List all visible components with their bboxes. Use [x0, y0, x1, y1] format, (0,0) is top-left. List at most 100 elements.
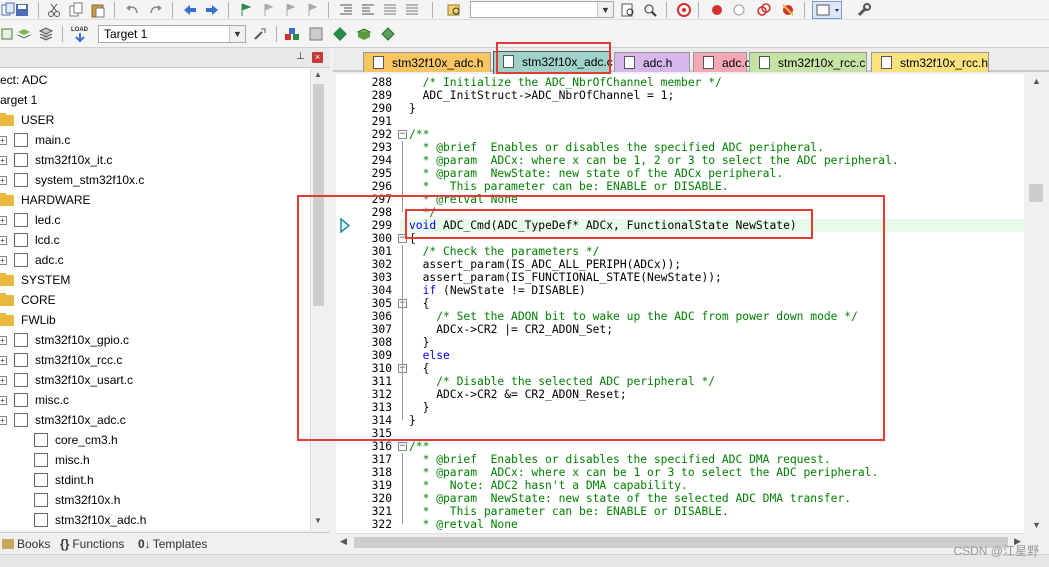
file-tab[interactable]: adc.c — [693, 52, 751, 72]
code-line[interactable]: /* Set the ADON bit to wake up the ADC f… — [409, 310, 858, 323]
tree-file[interactable]: core_cm3.h — [0, 430, 310, 450]
code-line[interactable]: */ — [409, 206, 437, 219]
tree-file[interactable]: + stm32f10x_gpio.c — [0, 330, 310, 350]
breakpoint-kill-all-icon[interactable] — [780, 2, 796, 18]
breakpoint-disable-icon[interactable] — [732, 3, 748, 19]
redo-icon[interactable] — [148, 2, 164, 18]
file-tab[interactable]: stm32f10x_adc.h — [363, 52, 491, 72]
multi-project-icon[interactable] — [308, 26, 324, 42]
tree-file[interactable]: stm32f10x.h — [0, 490, 310, 510]
code-line[interactable]: } — [409, 401, 430, 414]
code-line[interactable]: /* Initialize the ADC_NbrOfChannel membe… — [409, 76, 722, 89]
translate-icon[interactable] — [0, 26, 16, 42]
chevron-down-icon[interactable]: ▼ — [597, 2, 613, 17]
expand-icon[interactable]: + — [0, 236, 7, 245]
save-all-icon[interactable] — [14, 2, 30, 18]
code-line[interactable]: if (NewState != DISABLE) — [409, 284, 586, 297]
code-line[interactable]: /** — [409, 128, 429, 141]
code-line[interactable]: } — [409, 102, 416, 115]
expand-icon[interactable]: + — [0, 216, 7, 225]
code-line[interactable]: * @brief Enables or disables the specifi… — [409, 453, 831, 466]
code-line[interactable]: else — [409, 349, 450, 362]
code-line[interactable]: } — [409, 336, 430, 349]
window-layout-icon[interactable] — [812, 1, 842, 19]
configure-icon[interactable] — [856, 2, 872, 18]
nav-back-icon[interactable] — [182, 2, 198, 18]
code-line[interactable]: * @brief Enables or disables the specifi… — [409, 141, 824, 154]
expand-icon[interactable]: + — [0, 356, 7, 365]
tree-file[interactable]: + stm32f10x_it.c — [0, 150, 310, 170]
tree-node[interactable]: ect: ADC — [0, 70, 310, 90]
debug-icon[interactable] — [676, 2, 692, 18]
tree-file[interactable]: + system_stm32f10x.c — [0, 170, 310, 190]
scroll-down-arrow[interactable]: ▼ — [1032, 520, 1041, 530]
find-combobox[interactable]: ▼ — [470, 1, 614, 18]
fold-toggle-icon[interactable]: − — [398, 130, 407, 139]
tree-file[interactable]: misc.h — [0, 450, 310, 470]
tree-file[interactable]: + stm32f10x_rcc.c — [0, 350, 310, 370]
code-line[interactable]: * @param ADCx: where x can be 1 or 3 to … — [409, 466, 879, 479]
code-line[interactable]: ADCx->CR2 &= CR2_ADON_Reset; — [409, 388, 626, 401]
code-line[interactable]: void ADC_Cmd(ADC_TypeDef* ADCx, Function… — [409, 219, 797, 232]
bookmark-next-icon[interactable] — [282, 2, 298, 18]
unindent-icon[interactable] — [360, 2, 376, 18]
rebuild-icon[interactable] — [38, 26, 54, 42]
tree-file[interactable]: + lcd.c — [0, 230, 310, 250]
code-line[interactable]: { — [409, 297, 430, 310]
scroll-left-arrow[interactable]: ◀ — [340, 536, 347, 547]
file-tab[interactable]: stm32f10x_rcc.c — [749, 52, 867, 72]
code-line[interactable]: * @param NewState: new state of the sele… — [409, 492, 852, 505]
code-line[interactable]: * @param NewState: new state of the ADCx… — [409, 167, 783, 180]
uncomment-icon[interactable] — [404, 2, 420, 18]
pin-icon[interactable]: ⊥ — [296, 51, 306, 63]
file-tab[interactable]: stm32f10x_adc.c — [493, 51, 613, 74]
scroll-thumb[interactable] — [1029, 184, 1043, 202]
bookmark-clear-icon[interactable] — [304, 2, 320, 18]
tree-file[interactable]: + adc.c — [0, 250, 310, 270]
expand-icon[interactable]: + — [0, 376, 7, 385]
select-software-packs-icon[interactable] — [332, 26, 348, 42]
expand-icon[interactable]: + — [0, 336, 7, 345]
tree-file[interactable]: stm32f10x_adc.h — [0, 510, 310, 530]
fold-toggle-icon[interactable]: − — [398, 442, 407, 451]
download-icon[interactable]: LOAD — [70, 24, 90, 44]
tree-file[interactable]: + misc.c — [0, 390, 310, 410]
code-line[interactable]: /* Check the parameters */ — [409, 245, 600, 258]
code-line[interactable]: * This parameter can be: ENABLE or DISAB… — [409, 505, 729, 518]
code-line[interactable]: assert_param(IS_ADC_ALL_PERIPH(ADCx)); — [409, 258, 681, 271]
code-line[interactable]: { — [409, 232, 416, 245]
pack-installer-icon[interactable] — [356, 26, 372, 42]
expand-icon[interactable]: + — [0, 256, 7, 265]
file-tab[interactable]: adc.h — [614, 52, 690, 72]
nav-forward-icon[interactable] — [204, 2, 220, 18]
scroll-down-arrow[interactable]: ▼ — [314, 516, 322, 525]
scroll-thumb[interactable] — [354, 537, 1008, 548]
find-icon[interactable] — [642, 2, 658, 18]
editor-hscrollbar[interactable]: ◀ ▶ — [336, 533, 1026, 550]
undo-icon[interactable] — [124, 2, 140, 18]
code-line[interactable]: * @param ADCx: where x can be 1, 2 or 3 … — [409, 154, 899, 167]
expand-icon[interactable]: + — [0, 396, 7, 405]
expand-icon[interactable]: + — [0, 156, 7, 165]
cut-icon[interactable] — [46, 2, 62, 18]
tree-node[interactable]: arget 1 — [0, 90, 310, 110]
code-line[interactable]: /** — [409, 440, 429, 453]
code-line[interactable]: * @retval None — [409, 518, 518, 531]
code-line[interactable]: ADC_InitStruct->ADC_NbrOfChannel = 1; — [409, 89, 675, 102]
code-line[interactable]: ADCx->CR2 |= CR2_ADON_Set; — [409, 323, 613, 336]
code-line[interactable]: * @retval None — [409, 193, 518, 206]
scroll-up-arrow[interactable]: ▲ — [1032, 76, 1041, 86]
comment-icon[interactable] — [382, 2, 398, 18]
tree-folder[interactable]: USER — [0, 110, 310, 130]
editor-scrollbar[interactable]: ▲ ▼ — [1026, 74, 1049, 533]
tree-file[interactable]: + stm32f10x_adc.c — [0, 410, 310, 430]
tree-file[interactable]: stdint.h — [0, 470, 310, 490]
scroll-thumb[interactable] — [313, 84, 324, 306]
paste-icon[interactable] — [90, 2, 106, 18]
tab-templates[interactable]: 0↓ Templates — [138, 536, 207, 552]
target-select[interactable]: Target 1 ▼ — [98, 25, 246, 43]
search-doc-icon[interactable] — [620, 2, 636, 18]
breakpoint-disable-all-icon[interactable] — [756, 2, 772, 18]
breakpoint-icon[interactable] — [710, 3, 726, 19]
bookmark-icon[interactable] — [238, 2, 254, 18]
